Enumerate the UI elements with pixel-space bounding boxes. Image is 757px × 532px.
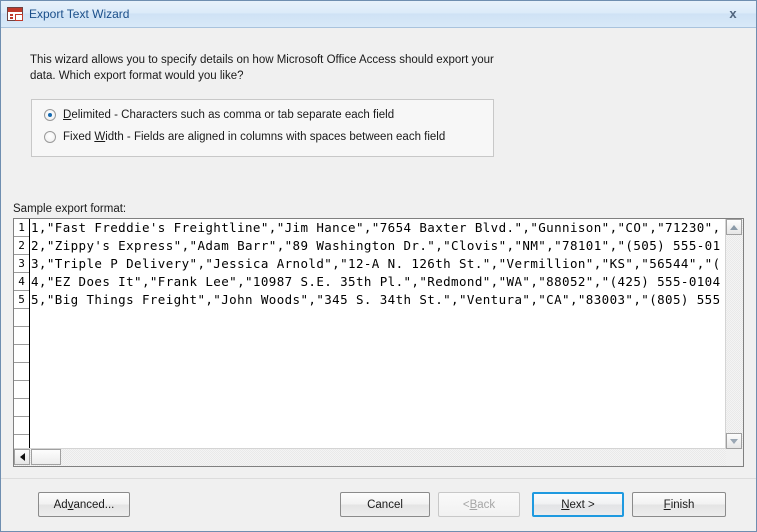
sample-preview-grid[interactable]: 1 2 3 4 5 1,"Fast Freddie's Freightline"… xyxy=(13,218,744,467)
button-bar: Ad v anced... Cancel < Back Next > Finish xyxy=(1,478,756,531)
row-number-empty xyxy=(14,309,29,327)
row-number: 1 xyxy=(14,219,29,237)
back-button-label-after: ack xyxy=(477,498,496,511)
vertical-scrollbar[interactable] xyxy=(725,219,743,449)
row-number-column: 1 2 3 4 5 xyxy=(14,219,30,449)
row-number: 2 xyxy=(14,237,29,255)
row-number-empty xyxy=(14,399,29,417)
radio-option-fixed-width[interactable]: Fixed Width - Fields are aligned in colu… xyxy=(44,131,445,143)
advanced-button-label-after: anced... xyxy=(73,498,115,511)
radio-option-delimited[interactable]: Delimited - Characters such as comma or … xyxy=(44,109,394,121)
wizard-content: This wizard allows you to specify detail… xyxy=(1,28,756,479)
row-number: 4 xyxy=(14,273,29,291)
row-number-empty xyxy=(14,381,29,399)
radio-delimited-label: Delimited - Characters such as comma or … xyxy=(63,109,394,121)
row-number-empty xyxy=(14,327,29,345)
sample-preview-viewport: 1 2 3 4 5 1,"Fast Freddie's Freightline"… xyxy=(14,219,726,449)
finish-button[interactable]: Finish xyxy=(632,492,726,517)
row-number-empty xyxy=(14,363,29,381)
cancel-button-label: Cancel xyxy=(367,498,403,511)
radio-fixed-width-indicator[interactable] xyxy=(44,131,56,143)
radio-delimited-indicator[interactable] xyxy=(44,109,56,121)
radio-fixed-width-label: Fixed Width - Fields are aligned in colu… xyxy=(63,131,445,143)
close-icon[interactable]: x xyxy=(716,4,750,23)
scrollbar-corner xyxy=(726,449,743,466)
scroll-down-arrow-icon[interactable] xyxy=(726,433,742,449)
cancel-button[interactable]: Cancel xyxy=(340,492,430,517)
next-button-label-after: ext > xyxy=(569,498,595,511)
row-number-empty xyxy=(14,417,29,435)
radio-delimited-label-after: elimited - Characters such as comma or t… xyxy=(71,109,395,121)
export-text-wizard-window: Export Text Wizard x This wizard allows … xyxy=(0,0,757,532)
radio-fixed-width-label-after: idth - Fields are aligned in columns wit… xyxy=(105,131,446,143)
row-number-empty xyxy=(14,435,29,449)
row-number: 5 xyxy=(14,291,29,309)
sample-row: 4,"EZ Does It","Frank Lee","10987 S.E. 3… xyxy=(31,274,721,289)
sample-data-column: 1,"Fast Freddie's Freightline","Jim Hanc… xyxy=(30,219,726,449)
sample-export-format-label: Sample export format: xyxy=(13,203,127,215)
sample-row: 1,"Fast Freddie's Freightline","Jim Hanc… xyxy=(31,220,721,235)
row-number: 3 xyxy=(14,255,29,273)
scroll-left-arrow-icon[interactable] xyxy=(14,449,30,465)
next-button-accel: N xyxy=(561,498,570,511)
finish-button-accel: F xyxy=(663,498,671,511)
format-option-group: Delimited - Characters such as comma or … xyxy=(31,99,494,157)
sample-row: 2,"Zippy's Express","Adam Barr","89 Wash… xyxy=(31,238,721,253)
scroll-up-arrow-icon[interactable] xyxy=(726,219,742,235)
back-button: < Back xyxy=(438,492,520,517)
window-title: Export Text Wizard xyxy=(29,7,130,21)
finish-button-label-after: inish xyxy=(670,498,695,511)
horizontal-scrollbar-thumb[interactable] xyxy=(31,449,61,465)
intro-text: This wizard allows you to specify detail… xyxy=(30,54,494,82)
title-bar: Export Text Wizard x xyxy=(1,1,756,28)
row-number-empty xyxy=(14,345,29,363)
next-button[interactable]: Next > xyxy=(532,492,624,517)
export-text-wizard-icon xyxy=(7,7,23,21)
advanced-button-label-before: Ad xyxy=(53,498,68,511)
radio-fixed-width-accel: W xyxy=(94,131,106,143)
sample-row: 5,"Big Things Freight","John Woods","345… xyxy=(31,292,721,307)
back-button-accel: B xyxy=(469,498,478,511)
back-button-label-before: < xyxy=(462,498,470,511)
radio-fixed-width-label-before: Fixed xyxy=(63,131,95,143)
sample-row: 3,"Triple P Delivery","Jessica Arnold","… xyxy=(31,256,721,271)
horizontal-scrollbar[interactable] xyxy=(14,448,726,466)
advanced-button[interactable]: Ad v anced... xyxy=(38,492,130,517)
